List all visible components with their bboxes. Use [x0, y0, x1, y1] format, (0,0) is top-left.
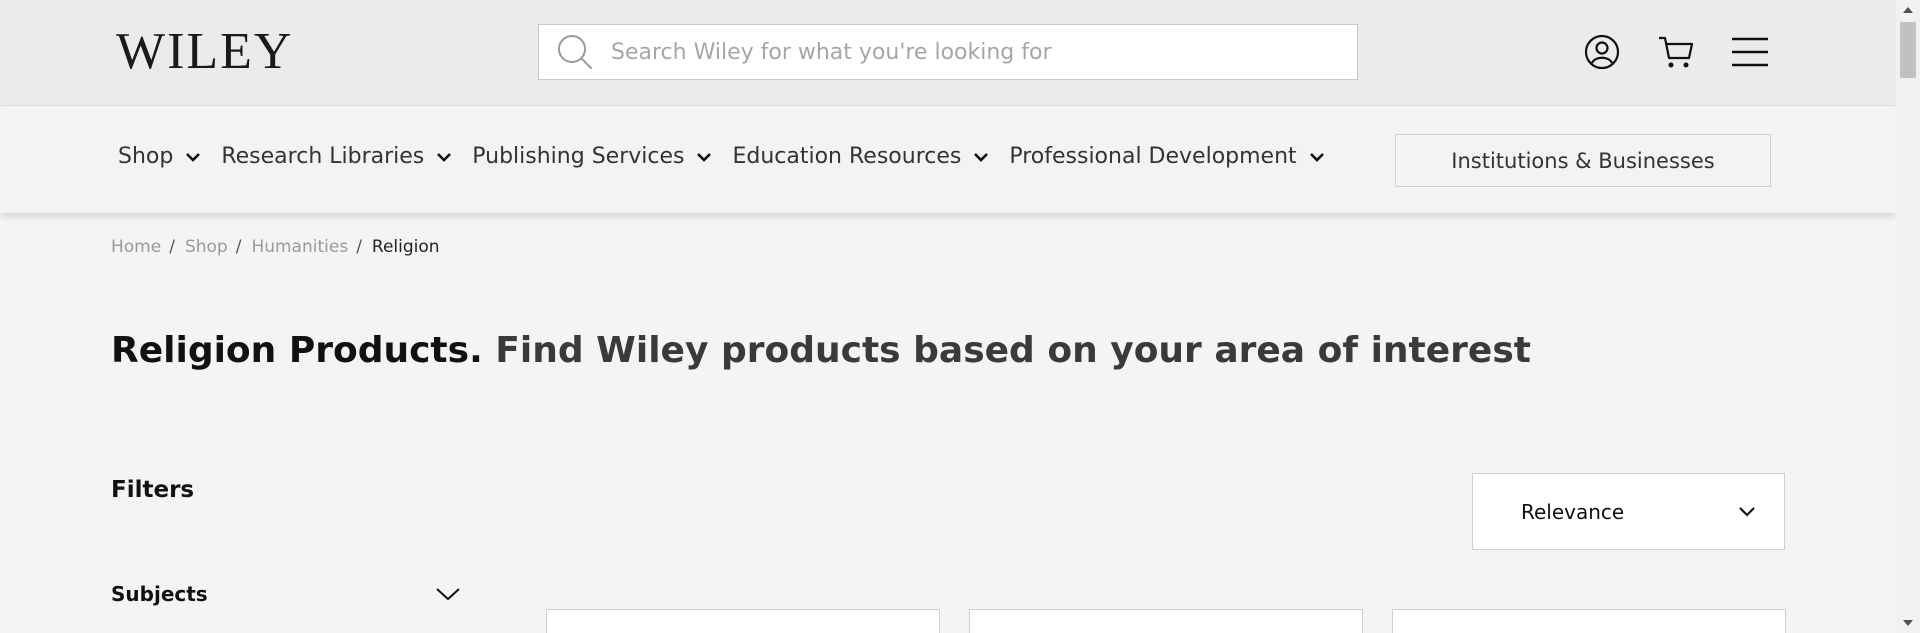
chevron-down-icon [1739, 506, 1755, 517]
chevron-down-icon [1309, 151, 1325, 163]
scroll-down-arrow-icon[interactable] [1896, 613, 1920, 633]
scroll-up-arrow-icon[interactable] [1896, 0, 1920, 20]
institutions-businesses-button[interactable]: Institutions & Businesses [1395, 134, 1771, 187]
nav-item-professional-development[interactable]: Professional Development [1009, 144, 1324, 169]
nav-item-label: Research Libraries [221, 144, 425, 169]
main-nav: Shop Research Libraries Publishing Servi… [0, 105, 1896, 213]
breadcrumb-home[interactable]: Home [111, 237, 161, 257]
breadcrumb-shop[interactable]: Shop [185, 237, 228, 257]
product-card[interactable] [1392, 609, 1786, 633]
cart-icon[interactable] [1656, 32, 1696, 72]
page-title: Religion Products. Find Wiley products b… [111, 330, 1531, 371]
search-input[interactable] [611, 39, 1331, 65]
breadcrumb-separator: / [235, 237, 242, 257]
chevron-down-icon [436, 588, 460, 601]
breadcrumb-separator: / [356, 237, 362, 257]
search-icon[interactable] [539, 24, 611, 80]
chevron-down-icon [436, 151, 452, 163]
nav-item-shop[interactable]: Shop [118, 144, 201, 169]
filters-heading: Filters [111, 477, 195, 503]
nav-item-label: Professional Development [1009, 144, 1297, 169]
chevron-down-icon [696, 151, 712, 163]
search-bar [538, 24, 1358, 80]
nav-item-research-libraries[interactable]: Research Libraries [221, 144, 452, 169]
page-scrollbar[interactable] [1896, 0, 1920, 633]
breadcrumb-humanities[interactable]: Humanities [251, 237, 348, 257]
breadcrumb: Home / Shop / Humanities / Religion [111, 237, 440, 257]
nav-item-label: Education Resources [732, 144, 962, 169]
page-title-bold: Religion Products. [111, 330, 483, 371]
nav-item-publishing-services[interactable]: Publishing Services [472, 144, 712, 169]
breadcrumb-current: Religion [371, 237, 440, 257]
nav-item-education-resources[interactable]: Education Resources [732, 144, 989, 169]
page-title-subtitle: Find Wiley products based on your area o… [495, 330, 1531, 371]
wiley-logo[interactable]: WILEY [116, 26, 293, 78]
product-card[interactable] [969, 609, 1363, 633]
sort-selected-value: Relevance [1521, 499, 1625, 524]
chevron-down-icon [185, 151, 201, 163]
account-icon[interactable] [1582, 32, 1622, 72]
breadcrumb-separator: / [169, 237, 175, 257]
scrollbar-thumb[interactable] [1900, 22, 1916, 78]
sort-dropdown[interactable]: Relevance [1472, 473, 1785, 550]
site-header: WILEY [0, 0, 1896, 105]
subjects-label: Subjects [111, 582, 208, 606]
chevron-down-icon [973, 151, 989, 163]
nav-item-label: Shop [118, 144, 174, 169]
nav-item-label: Publishing Services [472, 144, 685, 169]
product-card[interactable] [546, 609, 940, 633]
subjects-filter-toggle[interactable]: Subjects [111, 582, 461, 606]
menu-icon[interactable] [1730, 32, 1770, 72]
